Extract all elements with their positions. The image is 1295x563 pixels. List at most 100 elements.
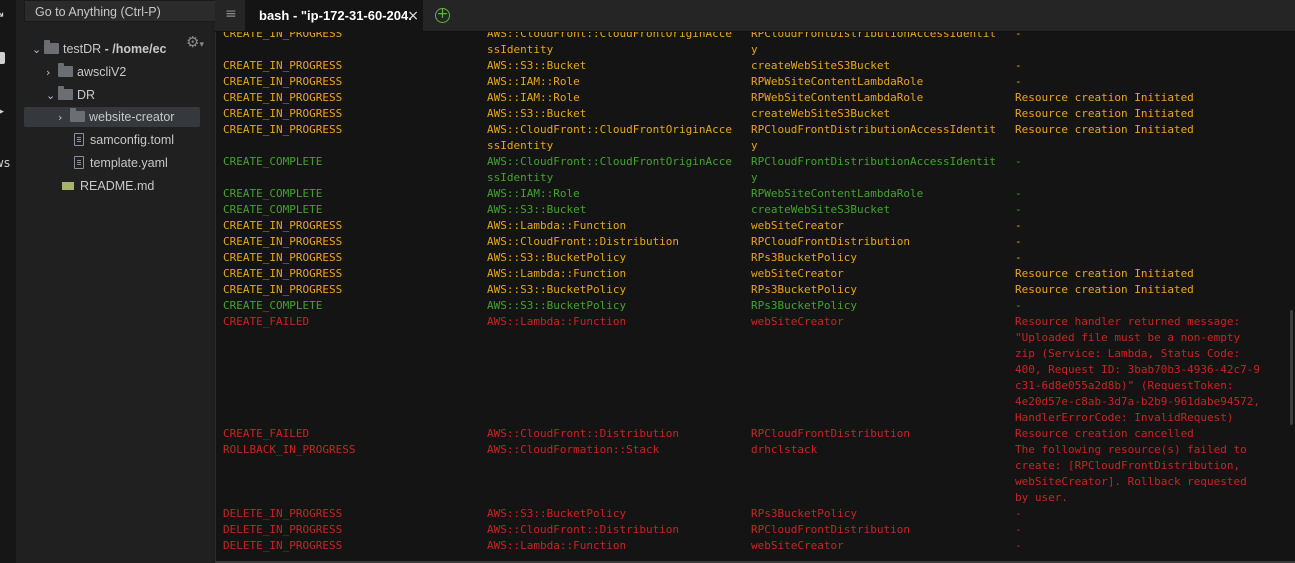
terminal-cell-type: AWS::Lambda::Function bbox=[487, 315, 627, 328]
tree-item-path: - /home/ec bbox=[101, 42, 167, 56]
terminal-cell-type: AWS::IAM::Role bbox=[487, 187, 580, 200]
terminal-cell-logical-id: RPCloudFrontDistribution bbox=[751, 427, 910, 440]
terminal-cell-status: CREATE_IN_PROGRESS bbox=[223, 219, 343, 232]
terminal-cell-logical-id: RPWebSiteContentLambdaRole bbox=[751, 91, 924, 104]
terminal-cell-reason: Resource handler returned message: "Uplo… bbox=[1015, 315, 1261, 424]
tree-item-dr[interactable]: ⌄ DR bbox=[46, 85, 95, 105]
file-icon bbox=[74, 133, 84, 146]
folder-icon bbox=[70, 108, 85, 122]
menu-icon[interactable]: ≡ bbox=[225, 6, 237, 22]
tree-item-label: template.yaml bbox=[90, 156, 168, 170]
terminal-cell-reason: - bbox=[1015, 539, 1022, 552]
tab-title: bash - "ip-172-31-60-204. bbox=[259, 8, 412, 23]
terminal-cell-reason: - bbox=[1015, 32, 1022, 40]
terminal-cell-type: AWS::CloudFront::Distribution bbox=[487, 427, 680, 440]
terminal-cell-type: AWS::S3::BucketPolicy bbox=[487, 283, 627, 296]
terminal-cell-reason: - bbox=[1015, 251, 1022, 264]
terminal-cell-logical-id: RPs3BucketPolicy bbox=[751, 283, 857, 296]
terminal-cell-logical-id: RPs3BucketPolicy bbox=[751, 251, 857, 264]
close-icon[interactable]: × bbox=[407, 0, 419, 32]
search-icon[interactable]: ↘ bbox=[0, 6, 5, 21]
terminal-cell-status: DELETE_IN_PROGRESS bbox=[223, 507, 343, 520]
terminal-cell-reason: - bbox=[1015, 523, 1022, 536]
aws-icon[interactable]: ws bbox=[0, 156, 10, 170]
terminal-cell-logical-id: RPCloudFrontDistributionAccessIdentit y bbox=[751, 123, 997, 152]
folder-icon bbox=[44, 40, 59, 54]
terminal-cell-type: AWS::Lambda::Function bbox=[487, 539, 627, 552]
tree-item-label: awscliV2 bbox=[77, 65, 127, 79]
terminal-cell-status: ROLLBACK_IN_PROGRESS bbox=[223, 443, 356, 456]
terminal-cell-logical-id: webSiteCreator bbox=[751, 315, 844, 328]
terminal-cell-status: CREATE_COMPLETE bbox=[223, 187, 323, 200]
terminal-cell-reason: - bbox=[1015, 187, 1022, 200]
terminal-cell-status: DELETE_IN_PROGRESS bbox=[223, 539, 343, 552]
terminal-cell-type: AWS::IAM::Role bbox=[487, 91, 580, 104]
terminal-cell-type: AWS::CloudFront::CloudFrontOriginAcce ss… bbox=[487, 123, 733, 152]
terminal-cell-type: AWS::CloudFront::Distribution bbox=[487, 523, 680, 536]
scrollbar[interactable] bbox=[1290, 310, 1293, 425]
tree-item-readme[interactable]: README.md bbox=[62, 176, 154, 196]
terminal-cell-reason: - bbox=[1015, 75, 1022, 88]
file-icon bbox=[74, 156, 84, 169]
folder-icon bbox=[58, 63, 73, 77]
terminal-cell-logical-id: RPCloudFrontDistributionAccessIdentit y bbox=[751, 32, 997, 56]
folder-icon bbox=[58, 86, 73, 100]
chevron-down-icon: ⌄ bbox=[46, 89, 56, 102]
terminal-cell-status: CREATE_IN_PROGRESS bbox=[223, 267, 343, 280]
file-icon[interactable] bbox=[0, 52, 5, 64]
terminal-cell-status: CREATE_IN_PROGRESS bbox=[223, 32, 343, 40]
tree-item-testdr[interactable]: ⌄ testDR - /home/ec bbox=[32, 39, 167, 59]
markdown-icon bbox=[62, 182, 74, 190]
terminal-cell-type: AWS::CloudFront::CloudFrontOriginAcce ss… bbox=[487, 155, 733, 184]
terminal-cell-reason: - bbox=[1015, 155, 1022, 168]
chevron-down-icon: ⌄ bbox=[32, 43, 42, 56]
terminal-cell-reason: Resource creation Initiated bbox=[1015, 91, 1194, 104]
terminal-cell-type: AWS::S3::BucketPolicy bbox=[487, 299, 627, 312]
terminal-cell-reason: - bbox=[1015, 235, 1022, 248]
terminal-cell-reason: - bbox=[1015, 59, 1022, 72]
terminal-cell-logical-id: drhclstack bbox=[751, 443, 818, 456]
terminal-cell-status: DELETE_IN_PROGRESS bbox=[223, 523, 343, 536]
terminal[interactable]: CREATE_IN_PROGRESSAWS::CloudFront::Cloud… bbox=[215, 32, 1295, 561]
tree-item-label: samconfig.toml bbox=[90, 133, 175, 147]
terminal-cell-type: AWS::S3::Bucket bbox=[487, 107, 587, 120]
tree-item-label: website-creator bbox=[89, 110, 175, 124]
terminal-cell-logical-id: RPWebSiteContentLambdaRole bbox=[751, 75, 924, 88]
terminal-cell-type: AWS::IAM::Role bbox=[487, 75, 580, 88]
terminal-cell-reason: Resource creation Initiated bbox=[1015, 107, 1194, 120]
terminal-cell-logical-id: webSiteCreator bbox=[751, 539, 844, 552]
terminal-cell-logical-id: RPCloudFrontDistributionAccessIdentit y bbox=[751, 155, 997, 184]
terminal-cell-logical-id: createWebSiteS3Bucket bbox=[751, 107, 891, 120]
terminal-cell-type: AWS::CloudFront::Distribution bbox=[487, 235, 680, 248]
terminal-cell-logical-id: RPCloudFrontDistribution bbox=[751, 523, 910, 536]
tree-item-label: testDR bbox=[63, 42, 102, 56]
tab-bash[interactable]: bash - "ip-172-31-60-204. × bbox=[245, 0, 423, 32]
terminal-cell-type: AWS::Lambda::Function bbox=[487, 267, 627, 280]
terminal-cell-status: CREATE_COMPLETE bbox=[223, 299, 323, 312]
goto-anything-input[interactable]: Go to Anything (Ctrl-P) bbox=[24, 0, 221, 22]
tree-item-website-creator[interactable]: › website-creator bbox=[24, 107, 200, 127]
terminal-cell-status: CREATE_IN_PROGRESS bbox=[223, 235, 343, 248]
tree-item-template[interactable]: template.yaml bbox=[74, 153, 168, 173]
add-tab-icon[interactable]: + bbox=[435, 7, 450, 23]
terminal-cell-status: CREATE_IN_PROGRESS bbox=[223, 107, 343, 120]
gear-icon[interactable]: ⚙▾ bbox=[186, 33, 204, 51]
tree-item-awscliv2[interactable]: › awscliV2 bbox=[46, 62, 126, 82]
terminal-cell-type: AWS::S3::BucketPolicy bbox=[487, 251, 627, 264]
terminal-cell-type: AWS::Lambda::Function bbox=[487, 219, 627, 232]
terminal-cell-logical-id: createWebSiteS3Bucket bbox=[751, 59, 891, 72]
terminal-cell-status: CREATE_FAILED bbox=[223, 427, 310, 440]
terminal-cell-reason: Resource creation Initiated bbox=[1015, 267, 1194, 280]
terminal-cell-logical-id: RPs3BucketPolicy bbox=[751, 299, 857, 312]
terminal-cell-logical-id: webSiteCreator bbox=[751, 219, 844, 232]
terminal-cell-status: CREATE_IN_PROGRESS bbox=[223, 75, 343, 88]
terminal-cell-reason: Resource creation Initiated bbox=[1015, 123, 1194, 136]
terminal-cell-status: CREATE_IN_PROGRESS bbox=[223, 283, 343, 296]
tree-item-label: DR bbox=[77, 88, 96, 102]
terminal-cell-type: AWS::S3::Bucket bbox=[487, 203, 587, 216]
tree-item-samconfig[interactable]: samconfig.toml bbox=[74, 130, 174, 150]
terminal-cell-logical-id: createWebSiteS3Bucket bbox=[751, 203, 891, 216]
tree-item-label: README.md bbox=[80, 179, 155, 193]
activity-bar: ↘ ▶ ws bbox=[0, 0, 16, 563]
run-icon[interactable]: ▶ bbox=[0, 104, 4, 119]
